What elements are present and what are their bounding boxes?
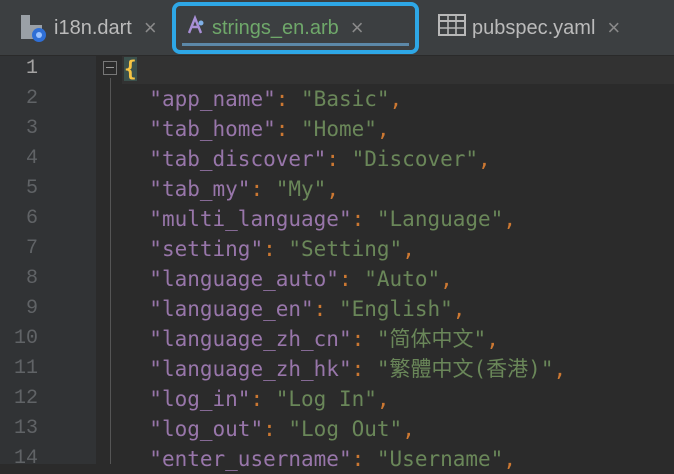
json-key: "log_in" — [149, 387, 251, 411]
line-number: 14 — [13, 447, 38, 470]
tab-label: strings_en.arb — [212, 16, 339, 39]
json-key: "app_name" — [149, 87, 276, 111]
code-text: "multi_language": "Language", — [149, 207, 516, 231]
json-value: "Username" — [376, 447, 504, 471]
code-text: "app_name": "Basic", — [149, 87, 403, 111]
tab-label: i18n.dart — [54, 16, 132, 39]
code-text: { — [124, 54, 137, 84]
json-value: "My" — [275, 177, 327, 201]
line-number: 3 — [25, 117, 38, 140]
code-line[interactable]: 3 "tab_home": "Home", — [0, 114, 674, 144]
line-number: 10 — [13, 327, 38, 350]
code-text: "setting": "Setting", — [149, 237, 415, 261]
code-line[interactable]: 1 { — [0, 54, 674, 84]
editor-tab-bar: i18n.dart × strings_en.arb × pubspec.yam… — [0, 0, 674, 56]
line-number: 2 — [25, 87, 38, 110]
line-number: 8 — [25, 267, 38, 290]
json-key: "multi_language" — [149, 207, 352, 231]
dart-file-icon — [18, 13, 48, 43]
code-line[interactable]: 6 "multi_language": "Language", — [0, 204, 674, 234]
close-icon[interactable]: × — [607, 15, 620, 41]
code-text: "log_out": "Log Out", — [149, 417, 415, 441]
code-line[interactable]: 7 "setting": "Setting", — [0, 234, 674, 264]
json-key: "language_zh_hk" — [149, 357, 352, 381]
line-number: 1 — [25, 57, 38, 80]
close-icon[interactable]: × — [144, 15, 157, 41]
json-key: "tab_home" — [149, 117, 276, 141]
code-line[interactable]: 10 "language_zh_cn": "简体中文", — [0, 324, 674, 354]
code-line[interactable]: 2 "app_name": "Basic", — [0, 84, 674, 114]
open-brace: { — [124, 57, 137, 81]
json-value: "Basic" — [301, 87, 390, 111]
code-text: "tab_home": "Home", — [149, 117, 390, 141]
tab-i18n-dart[interactable]: i18n.dart × — [18, 8, 157, 48]
json-value: "Language" — [376, 207, 504, 231]
json-value: "繁體中文(香港)" — [376, 357, 554, 381]
code-line[interactable]: 5 "tab_my": "My", — [0, 174, 674, 204]
line-number: 13 — [13, 417, 38, 440]
json-value: "Auto" — [364, 267, 441, 291]
code-text: "language_en": "English", — [149, 297, 466, 321]
json-key: "tab_discover" — [149, 147, 327, 171]
json-key: "log_out" — [149, 417, 264, 441]
json-key: "enter_username" — [149, 447, 352, 471]
code-text: "tab_my": "My", — [149, 177, 339, 201]
json-value: "Home" — [301, 117, 377, 141]
json-value: "Setting" — [288, 237, 403, 261]
code-line[interactable]: 9 "language_en": "English", — [0, 294, 674, 324]
code-text: "tab_discover": "Discover", — [149, 147, 491, 171]
line-number: 6 — [25, 207, 38, 230]
tab-label: pubspec.yaml — [472, 16, 596, 39]
arb-file-icon — [186, 14, 206, 41]
line-number: 4 — [25, 147, 38, 170]
line-number: 11 — [13, 357, 38, 380]
json-value: "简体中文" — [376, 327, 487, 351]
close-icon[interactable]: × — [351, 15, 364, 41]
code-line[interactable]: 12 "log_in": "Log In", — [0, 384, 674, 414]
line-number: 12 — [13, 387, 38, 410]
json-key: "language_zh_cn" — [149, 327, 352, 351]
code-text: "enter_username": "Username", — [149, 447, 516, 471]
json-key: "language_auto" — [149, 267, 339, 291]
json-key: "tab_my" — [149, 177, 251, 201]
line-number: 7 — [25, 237, 38, 260]
tab-strings-en-arb[interactable]: strings_en.arb × — [172, 2, 419, 54]
json-value: "English" — [338, 297, 453, 321]
json-value: "Log In" — [275, 387, 377, 411]
json-key: "language_en" — [149, 297, 314, 321]
code-line[interactable]: 14 "enter_username": "Username", — [0, 444, 674, 474]
code-text: "log_in": "Log In", — [149, 387, 390, 411]
code-line[interactable]: 11 "language_zh_hk": "繁體中文(香港)", — [0, 354, 674, 384]
code-editor[interactable]: 1 { 2 "app_name": "Basic", 3 "tab_home":… — [0, 54, 674, 471]
line-number: 5 — [25, 177, 38, 200]
code-line[interactable]: 13 "log_out": "Log Out", — [0, 414, 674, 444]
tab-pubspec-yaml[interactable]: pubspec.yaml × — [438, 8, 620, 48]
code-text: "language_zh_hk": "繁體中文(香港)", — [149, 357, 567, 381]
code-text: "language_auto": "Auto", — [149, 267, 453, 291]
code-text: "language_zh_cn": "简体中文", — [149, 327, 499, 351]
yaml-file-icon — [438, 14, 466, 42]
line-number: 9 — [25, 297, 38, 320]
json-key: "setting" — [149, 237, 264, 261]
code-line[interactable]: 4 "tab_discover": "Discover", — [0, 144, 674, 174]
json-value: "Discover" — [351, 147, 479, 171]
json-value: "Log Out" — [288, 417, 403, 441]
code-line[interactable]: 8 "language_auto": "Auto", — [0, 264, 674, 294]
